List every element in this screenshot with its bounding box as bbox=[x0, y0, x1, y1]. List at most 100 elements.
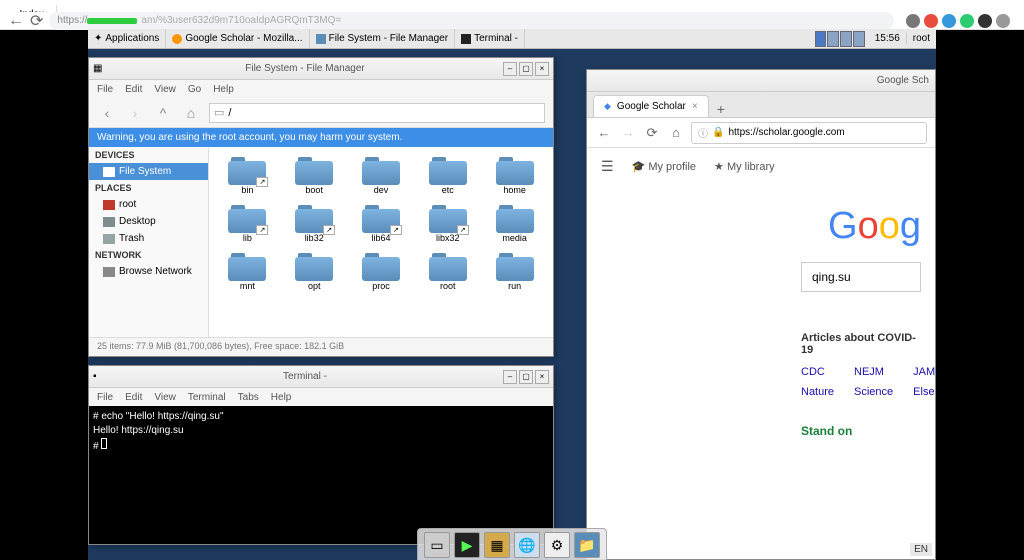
dock-browser[interactable]: 🌐 bbox=[514, 532, 540, 558]
folder-run[interactable]: run bbox=[482, 249, 547, 293]
folder-boot[interactable]: boot bbox=[282, 153, 347, 197]
link-jama[interactable]: JAMA bbox=[913, 366, 935, 378]
dock-folder[interactable]: 📁 bbox=[574, 532, 600, 558]
close-button[interactable]: × bbox=[535, 370, 549, 384]
maximize-button[interactable]: ▢ bbox=[519, 62, 533, 76]
applications-menu[interactable]: ✦ Applications bbox=[88, 29, 166, 48]
folder-libx32[interactable]: ↗libx32 bbox=[415, 201, 480, 245]
minimize-button[interactable]: – bbox=[503, 370, 517, 384]
sidebar-item-browse-network[interactable]: Browse Network bbox=[89, 263, 208, 280]
menu-help[interactable]: Help bbox=[213, 84, 234, 95]
ff-tab-scholar[interactable]: ◆ Google Scholar × bbox=[593, 95, 709, 117]
menu-file[interactable]: File bbox=[97, 392, 113, 403]
drive-icon: ▭ bbox=[214, 106, 224, 119]
menu-help[interactable]: Help bbox=[271, 392, 292, 403]
ff-url-text: https://scholar.google.com bbox=[728, 127, 844, 138]
folder-icon bbox=[429, 251, 467, 281]
term-line: # echo "Hello! https://qing.su" bbox=[93, 411, 224, 422]
my-library-link[interactable]: ★ My library bbox=[714, 160, 775, 173]
term-titlebar[interactable]: ▪ Terminal - – ▢ × bbox=[89, 366, 553, 388]
folder-etc[interactable]: etc bbox=[415, 153, 480, 197]
workspace-switcher[interactable] bbox=[815, 31, 865, 47]
terminal-body[interactable]: # echo "Hello! https://qing.su" Hello! h… bbox=[89, 406, 553, 544]
workspace-4[interactable] bbox=[853, 31, 865, 47]
sidebar-item-root[interactable]: root bbox=[89, 196, 208, 213]
taskbar-item-firefox[interactable]: Google Scholar - Mozilla... bbox=[166, 29, 309, 48]
nav-forward-icon[interactable]: › bbox=[125, 103, 145, 123]
my-library-label: My library bbox=[727, 161, 775, 173]
folder-lib64[interactable]: ↗lib64 bbox=[349, 201, 414, 245]
link-elsevier[interactable]: Else bbox=[913, 386, 935, 398]
fm-titlebar[interactable]: ▦ File System - File Manager – ▢ × bbox=[89, 58, 553, 80]
panel-user[interactable]: root bbox=[906, 33, 936, 44]
panel-clock[interactable]: 15:56 bbox=[869, 33, 906, 44]
folder-bin[interactable]: ↗bin bbox=[215, 153, 280, 197]
menu-tabs[interactable]: Tabs bbox=[238, 392, 259, 403]
path-entry[interactable]: ▭ / bbox=[209, 103, 545, 123]
host-url-redacted bbox=[87, 18, 137, 24]
nav-back-icon[interactable]: ‹ bbox=[97, 103, 117, 123]
hamburger-icon[interactable]: ☰ bbox=[601, 158, 614, 175]
maximize-button[interactable]: ▢ bbox=[519, 370, 533, 384]
dock-show-desktop[interactable]: ▭ bbox=[424, 532, 450, 558]
info-icon[interactable]: ⓘ bbox=[698, 125, 708, 140]
menu-edit[interactable]: Edit bbox=[125, 84, 142, 95]
scholar-search-input[interactable]: qing.su bbox=[801, 262, 921, 292]
menu-edit[interactable]: Edit bbox=[125, 392, 142, 403]
menu-view[interactable]: View bbox=[154, 84, 176, 95]
folder-home[interactable]: home bbox=[482, 153, 547, 197]
host-reload-icon[interactable]: ⟳ bbox=[30, 11, 43, 31]
sidebar-item-filesystem[interactable]: File System bbox=[89, 163, 208, 180]
host-url-bar[interactable]: https://am/%3user632d9m710oaIdpAGRQmT3MQ… bbox=[49, 12, 894, 30]
terminal-icon bbox=[461, 34, 471, 44]
folder-proc[interactable]: proc bbox=[349, 249, 414, 293]
dock-terminal[interactable]: ▶ bbox=[454, 532, 480, 558]
ff-forward-icon[interactable]: → bbox=[619, 125, 637, 140]
menu-view[interactable]: View bbox=[154, 392, 176, 403]
folder-icon: ↗ bbox=[429, 203, 467, 233]
language-indicator[interactable]: EN bbox=[910, 543, 932, 556]
sidebar-item-trash[interactable]: Trash bbox=[89, 230, 208, 247]
link-nejm[interactable]: NEJM bbox=[854, 366, 893, 378]
ff-reload-icon[interactable]: ⟳ bbox=[643, 125, 661, 141]
new-tab-button[interactable]: + bbox=[709, 101, 733, 117]
close-tab-icon[interactable]: × bbox=[692, 101, 698, 112]
menu-go[interactable]: Go bbox=[188, 84, 201, 95]
link-science[interactable]: Science bbox=[854, 386, 893, 398]
nav-up-icon[interactable]: ^ bbox=[153, 103, 173, 123]
ff-url-bar[interactable]: ⓘ 🔒 https://scholar.google.com bbox=[691, 122, 927, 144]
link-cdc[interactable]: CDC bbox=[801, 366, 834, 378]
workspace-1[interactable] bbox=[815, 31, 827, 47]
workspace-2[interactable] bbox=[827, 31, 839, 47]
dock-settings[interactable]: ⚙ bbox=[544, 532, 570, 558]
folder-label: bin bbox=[241, 185, 253, 195]
fm-icon-view[interactable]: ↗binbootdevetchome↗lib↗lib32↗lib64↗libx3… bbox=[209, 147, 553, 337]
taskbar-item-terminal[interactable]: Terminal - bbox=[455, 29, 525, 48]
folder-lib[interactable]: ↗lib bbox=[215, 201, 280, 245]
workspace-3[interactable] bbox=[840, 31, 852, 47]
close-button[interactable]: × bbox=[535, 62, 549, 76]
sidebar-item-desktop[interactable]: Desktop bbox=[89, 213, 208, 230]
folder-label: etc bbox=[442, 185, 454, 195]
minimize-button[interactable]: – bbox=[503, 62, 517, 76]
my-profile-link[interactable]: 🎓 My profile bbox=[632, 160, 696, 173]
folder-mnt[interactable]: mnt bbox=[215, 249, 280, 293]
link-nature[interactable]: Nature bbox=[801, 386, 834, 398]
nav-home-icon[interactable]: ⌂ bbox=[181, 103, 201, 123]
root-warning-bar: Warning, you are using the root account,… bbox=[89, 128, 553, 147]
menu-file[interactable]: File bbox=[97, 84, 113, 95]
menu-terminal[interactable]: Terminal bbox=[188, 392, 226, 403]
covid-articles-heading: Articles about COVID-19 bbox=[801, 332, 921, 356]
folder-dev[interactable]: dev bbox=[349, 153, 414, 197]
covid-links: CDC NEJM JAMA Nature Science Else bbox=[801, 366, 921, 398]
folder-opt[interactable]: opt bbox=[282, 249, 347, 293]
taskbar-item-filemanager[interactable]: File System - File Manager bbox=[310, 29, 455, 48]
ff-back-icon[interactable]: ← bbox=[595, 125, 613, 140]
folder-root[interactable]: root bbox=[415, 249, 480, 293]
folder-media[interactable]: media bbox=[482, 201, 547, 245]
ff-titlebar[interactable]: ● Google Sch bbox=[587, 70, 935, 92]
ff-home-icon[interactable]: ⌂ bbox=[667, 125, 685, 140]
dock-files[interactable]: ▦ bbox=[484, 532, 510, 558]
folder-lib32[interactable]: ↗lib32 bbox=[282, 201, 347, 245]
host-back-icon[interactable]: ← bbox=[8, 12, 24, 30]
